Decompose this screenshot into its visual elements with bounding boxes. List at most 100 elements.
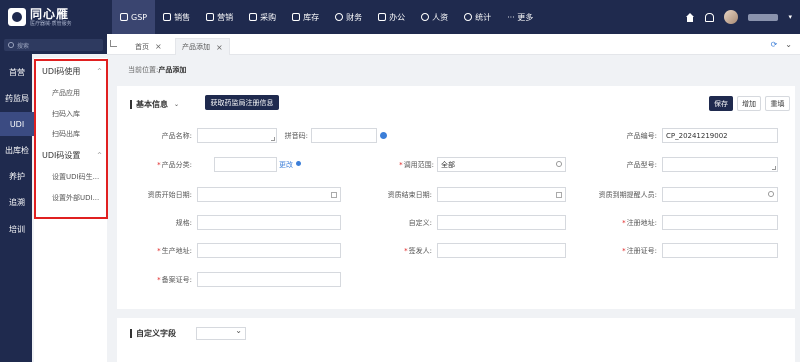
prod-address-label: *生产地址: bbox=[157, 247, 192, 255]
chevron-down-icon[interactable]: ⌄ bbox=[785, 40, 792, 49]
user-name-blurred[interactable] bbox=[748, 13, 779, 21]
sidebar-item-label: 追溯 bbox=[9, 197, 25, 207]
collapse-sidebar-icon[interactable] bbox=[110, 40, 117, 47]
sidebar-item-label: 出库检 bbox=[5, 145, 29, 155]
office-icon bbox=[378, 13, 387, 21]
tab-product-add[interactable]: 产品添加 × bbox=[175, 38, 230, 55]
model-label: 产品型号: bbox=[626, 161, 657, 169]
topnav-office[interactable]: 办公 bbox=[370, 0, 413, 34]
info-icon[interactable] bbox=[380, 132, 387, 139]
topnav-purchase[interactable]: 采购 bbox=[241, 0, 284, 34]
spec-field[interactable] bbox=[197, 215, 341, 230]
search-icon bbox=[8, 42, 14, 48]
qual-end-field[interactable] bbox=[437, 187, 566, 202]
topnav-label: 办公 bbox=[389, 12, 406, 22]
sidebar-search: 搜索 bbox=[0, 34, 107, 54]
topnav-inventory[interactable]: 库存 bbox=[284, 0, 327, 34]
topnav-label: 财务 bbox=[346, 12, 363, 22]
sidebar-item-outbound-check[interactable]: 出库检 bbox=[0, 138, 34, 162]
issuer-label: *签发人: bbox=[404, 247, 432, 255]
refresh-icon[interactable]: ⟳ bbox=[771, 40, 778, 49]
tab-label: 首页 bbox=[135, 42, 149, 51]
save-button[interactable]: 保存 bbox=[709, 96, 733, 111]
logo-mark-icon bbox=[8, 8, 26, 26]
calendar-icon[interactable] bbox=[331, 192, 337, 198]
fetch-registration-button[interactable]: 获取药监局注册信息 bbox=[205, 95, 279, 110]
sidebar-item-trace[interactable]: 追溯 bbox=[0, 190, 34, 214]
breadcrumb-current: 产品添加 bbox=[158, 66, 187, 74]
section-title-custom: 自定义字段 bbox=[130, 328, 176, 339]
resize-handle-icon bbox=[772, 166, 776, 170]
scope-field[interactable]: 全部 bbox=[437, 157, 566, 172]
marketing-icon bbox=[206, 13, 215, 21]
topnav-more[interactable]: ··· 更多 bbox=[499, 0, 541, 34]
product-name-field[interactable] bbox=[197, 128, 277, 143]
stats-icon bbox=[464, 13, 473, 21]
logo-title: 同心雁 bbox=[30, 6, 70, 21]
custom-field[interactable] bbox=[437, 215, 566, 230]
issuer-field[interactable] bbox=[437, 243, 566, 258]
bell-icon[interactable] bbox=[705, 12, 715, 22]
reg-cert-field[interactable] bbox=[662, 243, 778, 258]
qual-start-field[interactable] bbox=[197, 187, 341, 202]
sidebar-item-first-camp[interactable]: 首营 bbox=[0, 60, 34, 84]
add-button[interactable]: 增加 bbox=[737, 96, 761, 111]
topnav-sales[interactable]: 销售 bbox=[155, 0, 198, 34]
settings-icon[interactable] bbox=[296, 161, 301, 166]
reset-button[interactable]: 重填 bbox=[765, 96, 790, 111]
person-icon bbox=[421, 13, 430, 21]
search-icon[interactable] bbox=[556, 161, 562, 167]
tab-label: 产品添加 bbox=[182, 43, 210, 51]
cart-icon bbox=[249, 13, 258, 21]
topnav-label: 人资 bbox=[432, 12, 449, 22]
sidebar-item-training[interactable]: 培训 bbox=[0, 217, 34, 241]
calendar-icon[interactable] bbox=[556, 192, 562, 198]
prod-address-field[interactable] bbox=[197, 243, 341, 258]
section-title-basic[interactable]: 基本信息 ⌄ bbox=[130, 99, 179, 110]
sidebar-item-udi[interactable]: UDI bbox=[0, 112, 34, 136]
qual-start-label: 资质开始日期: bbox=[147, 191, 192, 199]
close-icon[interactable]: × bbox=[216, 43, 223, 52]
sales-icon bbox=[163, 13, 172, 21]
record-cert-field[interactable] bbox=[197, 272, 341, 287]
warehouse-icon bbox=[292, 13, 301, 21]
category-field[interactable] bbox=[214, 157, 277, 172]
change-category-link[interactable]: 更改 bbox=[279, 160, 293, 170]
topnav-marketing[interactable]: 营销 bbox=[198, 0, 241, 34]
topnav-label: 采购 bbox=[260, 12, 277, 22]
logo[interactable]: 同心雁 医疗器械·质管服务 bbox=[0, 0, 110, 34]
finance-icon bbox=[335, 13, 344, 21]
topnav-gsp[interactable]: GSP bbox=[112, 0, 156, 34]
top-nav: GSP 销售 营销 采购 库存 财务 办公 人资 统计 ··· 更多 bbox=[112, 0, 541, 34]
reg-address-field[interactable] bbox=[662, 215, 778, 230]
chevron-down-icon: ⌄ bbox=[174, 101, 180, 108]
topnav-stats[interactable]: 统计 bbox=[456, 0, 499, 34]
pinyin-field[interactable] bbox=[311, 128, 377, 143]
tab-home[interactable]: 首页 × bbox=[129, 38, 168, 55]
section-title-text: 自定义字段 bbox=[136, 329, 176, 338]
product-code-value: CP_20241219002 bbox=[666, 131, 728, 140]
search-input[interactable]: 搜索 bbox=[4, 39, 103, 51]
qual-reminder-field[interactable] bbox=[662, 187, 778, 202]
search-placeholder: 搜索 bbox=[17, 42, 30, 50]
pinyin-label: 拼音码: bbox=[284, 132, 308, 140]
close-icon[interactable]: × bbox=[155, 42, 162, 51]
search-icon[interactable] bbox=[768, 191, 774, 197]
product-code-field[interactable]: CP_20241219002 bbox=[662, 128, 778, 143]
sidebar-item-label: UDI bbox=[9, 119, 25, 129]
caret-down-icon[interactable]: ▾ bbox=[788, 13, 792, 21]
model-field[interactable] bbox=[662, 157, 778, 172]
home-icon[interactable] bbox=[685, 12, 695, 22]
highlight-annotation bbox=[34, 59, 108, 219]
custom-field-select[interactable] bbox=[196, 326, 246, 340]
sidebar-item-fda[interactable]: 药监局 bbox=[0, 86, 34, 110]
topnav-finance[interactable]: 财务 bbox=[327, 0, 370, 34]
record-cert-label: *备案证号: bbox=[157, 276, 192, 284]
sidebar-item-maintenance[interactable]: 养护 bbox=[0, 164, 34, 188]
product-name-label: 产品名称: bbox=[161, 132, 192, 140]
sidebar-item-label: 培训 bbox=[9, 224, 25, 234]
topnav-label: 营销 bbox=[217, 12, 234, 22]
avatar[interactable] bbox=[724, 10, 739, 24]
topnav-hr[interactable]: 人资 bbox=[413, 0, 456, 34]
resize-handle-icon bbox=[271, 137, 275, 141]
